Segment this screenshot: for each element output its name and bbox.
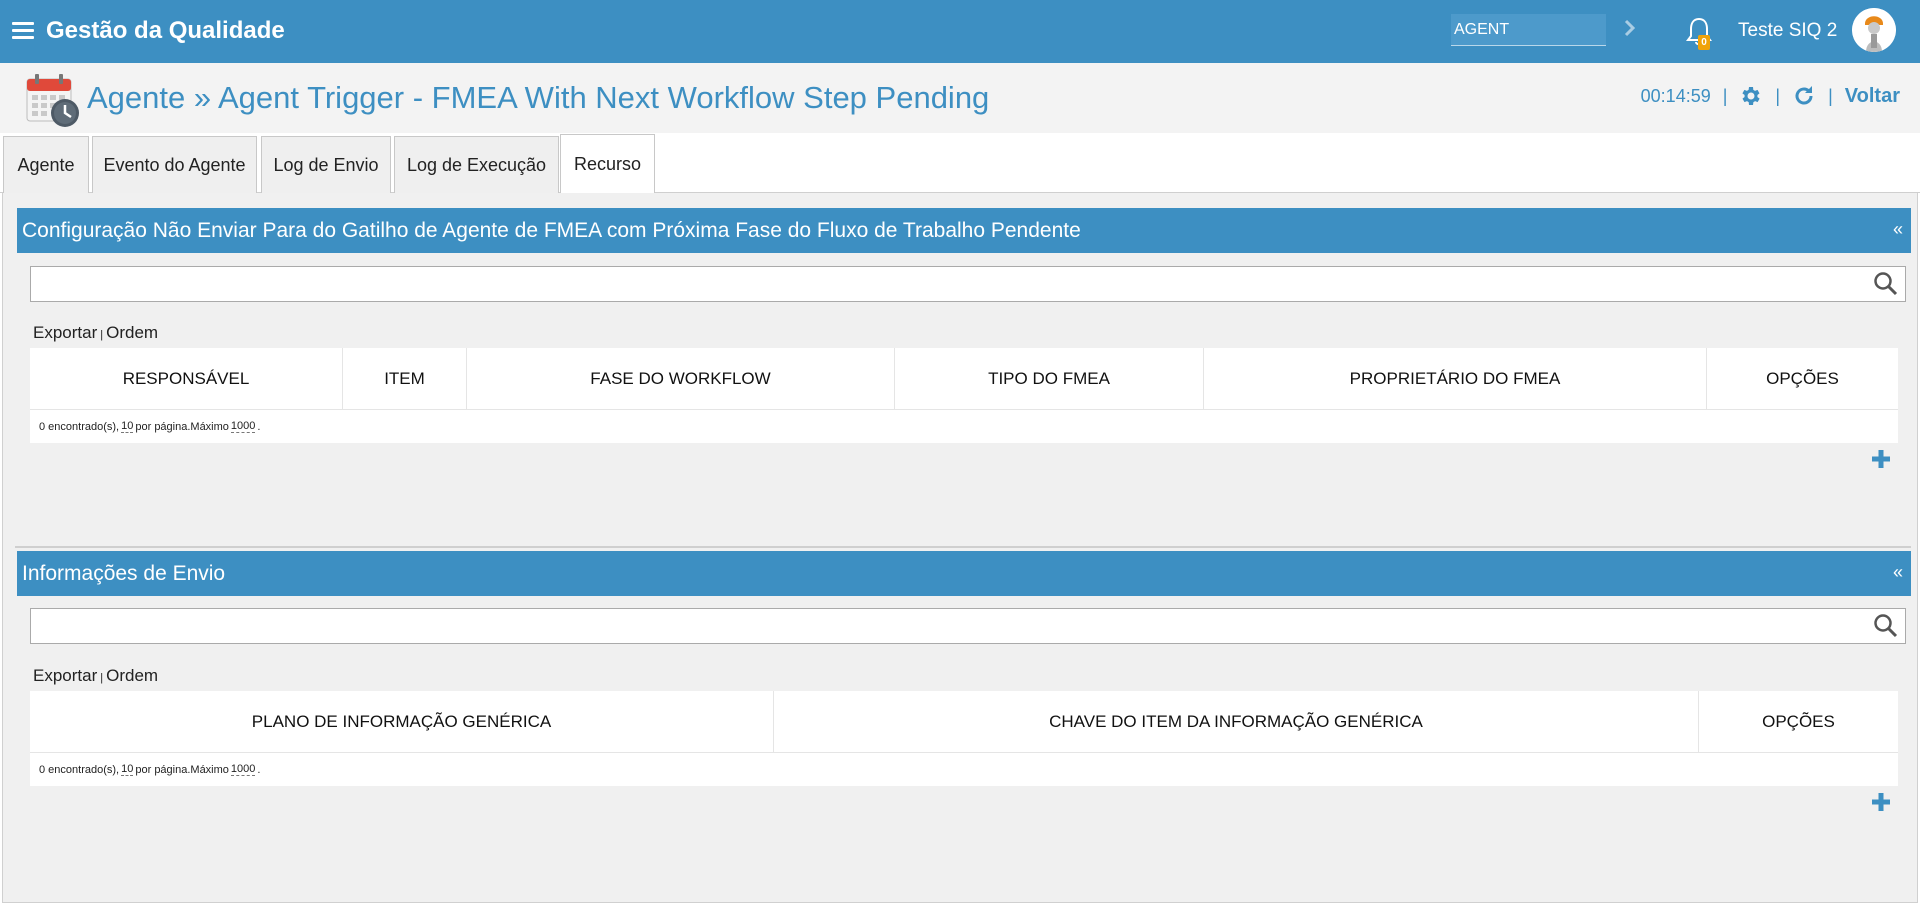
pagination-end: . xyxy=(257,420,261,433)
max-value[interactable]: 1000 xyxy=(230,763,256,776)
pagination-info: 0 encontrado(s), 10 por página.Máximo 10… xyxy=(30,753,1898,786)
sending-search-input[interactable] xyxy=(31,609,1861,643)
per-page-text: por página.Máximo xyxy=(135,763,229,776)
config-panel-title: Configuração Não Enviar Para do Gatilho … xyxy=(22,219,1081,242)
export-link[interactable]: Exportar xyxy=(33,666,97,686)
separator: | xyxy=(1775,85,1781,106)
session-timer: 00:14:59 xyxy=(1640,85,1711,106)
content-area: Configuração Não Enviar Para do Gatilho … xyxy=(2,193,1918,903)
per-page-value[interactable]: 10 xyxy=(121,420,134,433)
table-header: PLANO DE INFORMAÇÃO GENÉRICA CHAVE DO IT… xyxy=(30,691,1898,753)
tab-evento-do-agente[interactable]: Evento do Agente xyxy=(92,136,257,193)
separator: | xyxy=(1828,85,1833,106)
sending-panel-header: Informações de Envio « xyxy=(17,551,1911,596)
notification-badge: 0 xyxy=(1698,35,1710,50)
page-title: Agente » Agent Trigger - FMEA With Next … xyxy=(87,80,990,115)
config-search-input[interactable] xyxy=(31,267,1861,301)
sending-search-field xyxy=(30,608,1906,644)
sending-toolbar: Exportar | Ordem xyxy=(33,666,158,686)
column-header-plano-de-informacao-generica[interactable]: PLANO DE INFORMAÇÃO GENÉRICA xyxy=(30,691,774,752)
collapse-button[interactable]: « xyxy=(1893,562,1903,583)
user-avatar-icon xyxy=(1852,8,1896,52)
search-icon[interactable] xyxy=(1873,271,1899,297)
app-title[interactable]: Gestão da Qualidade xyxy=(46,17,285,45)
separator: | xyxy=(100,672,104,684)
export-link[interactable]: Exportar xyxy=(33,323,97,343)
column-header-opcoes: OPÇÕES xyxy=(1762,711,1835,731)
found-count: 0 encontrado(s), xyxy=(39,420,120,433)
top-bar: Gestão da Qualidade 0 Teste SIQ 2 xyxy=(0,0,1920,63)
column-header-fase-do-workflow[interactable]: FASE DO WORKFLOW xyxy=(467,348,895,409)
tab-log-de-execucao[interactable]: Log de Execução xyxy=(394,136,559,193)
column-header-responsavel[interactable]: RESPONSÁVEL xyxy=(30,348,343,409)
collapse-button[interactable]: « xyxy=(1893,219,1903,240)
config-panel-header: Configuração Não Enviar Para do Gatilho … xyxy=(17,208,1911,253)
panel-divider xyxy=(15,546,1911,548)
pagination-end: . xyxy=(257,763,261,776)
column-header-chave-do-item[interactable]: CHAVE DO ITEM DA INFORMAÇÃO GENÉRICA xyxy=(774,691,1699,752)
module-search-input[interactable] xyxy=(1451,14,1606,46)
column-header-opcoes: OPÇÕES xyxy=(1766,368,1839,388)
order-link[interactable]: Ordem xyxy=(106,323,158,343)
tab-recurso[interactable]: Recurso xyxy=(560,134,655,194)
per-page-value[interactable]: 10 xyxy=(121,763,134,776)
avatar[interactable] xyxy=(1852,8,1896,52)
config-search-field xyxy=(30,266,1906,302)
separator: | xyxy=(100,329,104,341)
per-page-text: por página.Máximo xyxy=(135,420,229,433)
add-plus-icon[interactable] xyxy=(1870,791,1892,813)
search-icon[interactable] xyxy=(1873,613,1899,639)
tab-bar: Agente Evento do Agente Log de Envio Log… xyxy=(0,133,1920,194)
calendar-clock-icon xyxy=(26,74,79,127)
config-toolbar: Exportar | Ordem xyxy=(33,323,158,343)
table-header: RESPONSÁVEL ITEM FASE DO WORKFLOW TIPO D… xyxy=(30,348,1898,410)
gear-icon[interactable] xyxy=(1739,84,1763,108)
header-actions: 00:14:59 | | | Voltar xyxy=(1641,84,1900,108)
column-header-proprietario-do-fmea[interactable]: PROPRIETÁRIO DO FMEA xyxy=(1204,348,1707,409)
tab-agente[interactable]: Agente xyxy=(3,136,89,193)
hamburger-menu-icon[interactable] xyxy=(12,22,34,40)
max-value[interactable]: 1000 xyxy=(230,420,256,433)
sending-table: PLANO DE INFORMAÇÃO GENÉRICA CHAVE DO IT… xyxy=(30,691,1898,786)
config-table: RESPONSÁVEL ITEM FASE DO WORKFLOW TIPO D… xyxy=(30,348,1898,443)
sending-panel-title: Informações de Envio xyxy=(22,562,226,585)
order-link[interactable]: Ordem xyxy=(106,666,158,686)
found-count: 0 encontrado(s), xyxy=(39,763,120,776)
add-plus-icon[interactable] xyxy=(1870,448,1892,470)
column-header-item[interactable]: ITEM xyxy=(343,348,467,409)
column-header-tipo-do-fmea[interactable]: TIPO DO FMEA xyxy=(895,348,1204,409)
refresh-icon[interactable] xyxy=(1792,84,1816,108)
user-name[interactable]: Teste SIQ 2 xyxy=(1738,20,1837,42)
separator: | xyxy=(1722,85,1728,106)
back-link[interactable]: Voltar xyxy=(1845,85,1900,108)
page-header: Agente » Agent Trigger - FMEA With Next … xyxy=(0,63,1920,133)
chevron-right-icon[interactable] xyxy=(1620,14,1640,42)
pagination-info: 0 encontrado(s), 10 por página.Máximo 10… xyxy=(30,410,1898,443)
tab-log-de-envio[interactable]: Log de Envio xyxy=(261,136,391,193)
